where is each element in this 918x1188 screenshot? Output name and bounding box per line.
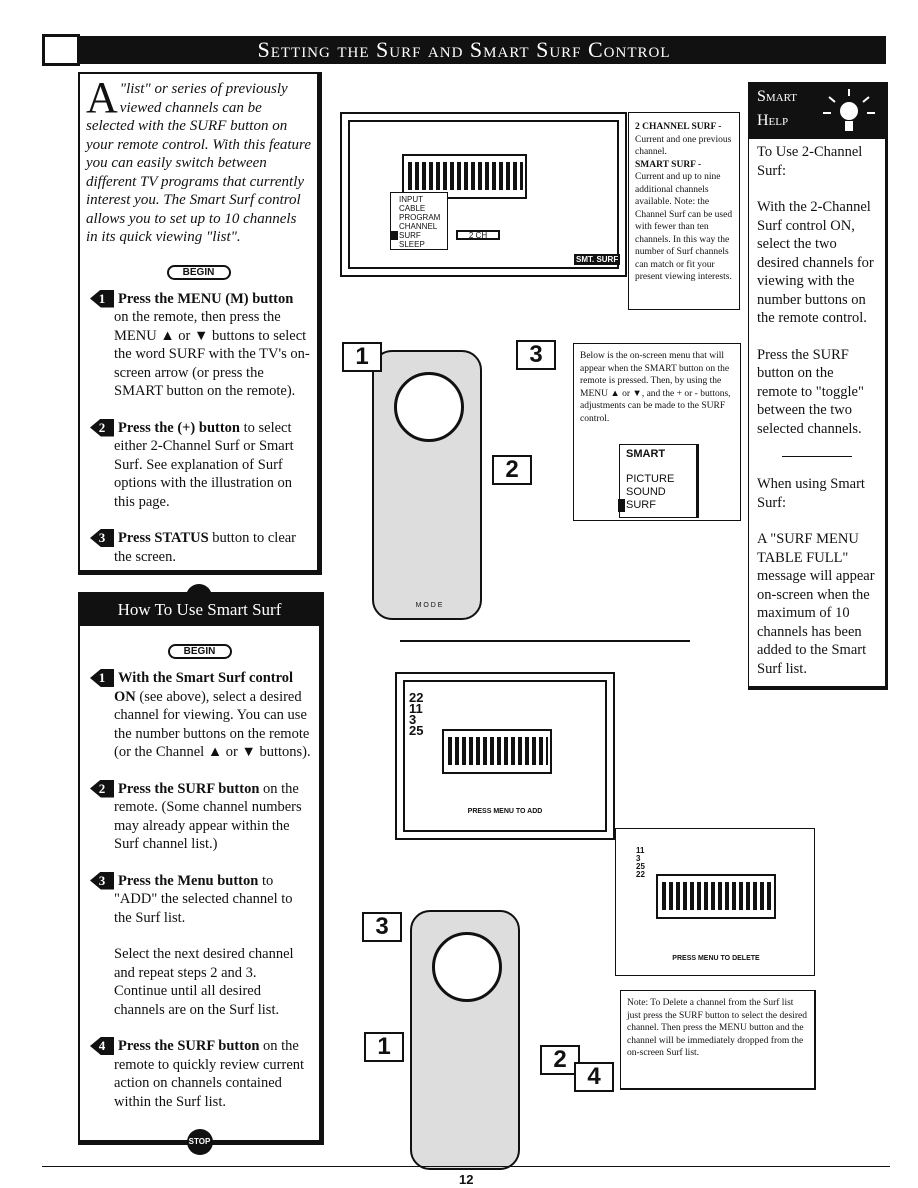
- smart-help-paragraph: With the 2-Channel Surf control ON, sele…: [757, 199, 874, 326]
- smart-help-paragraph: A "SURF MENU TABLE FULL" message will ap…: [757, 531, 875, 677]
- tv-caption: PRESS MENU TO DELETE: [672, 955, 760, 962]
- menu-item: 22: [636, 870, 645, 879]
- step-item: 3 Press STATUS button to clear the screen…: [90, 529, 311, 566]
- step-number-icon: 3: [90, 529, 114, 547]
- menu-item: SLEEP: [399, 240, 425, 249]
- step-item: 2 Press the SURF button on the remote. (S…: [90, 779, 313, 854]
- how-to-panel: How To Use Smart Surf BEGIN 1 With the Sm…: [78, 592, 324, 1155]
- surf-value-box: 2 CH: [456, 230, 500, 240]
- begin-badge: BEGIN: [166, 264, 231, 280]
- menu-item: PICTURE: [626, 473, 675, 485]
- callout-1: 1: [342, 342, 382, 372]
- page-title: Setting the Surf and Smart Surf Control: [257, 37, 671, 62]
- smart-help-panel: Smart Help To Use 2-Channel Surf: With th…: [748, 82, 888, 690]
- smart-surf-badge: SMT. SURF: [574, 254, 621, 265]
- callout-3: 3: [516, 340, 556, 370]
- divider: [400, 640, 690, 642]
- footer-rule: [42, 1166, 890, 1167]
- remote-illustration: [410, 910, 520, 1170]
- menu-item: SURF: [391, 231, 447, 240]
- step-text: (see above), select a desired channel fo…: [114, 688, 311, 761]
- menu-note-text: Below is the on-screen menu that will ap…: [580, 351, 731, 424]
- tv-screen-add: 22 11 3 25 PRESS MENU TO ADD: [395, 672, 615, 840]
- menu-note-box: Below is the on-screen menu that will ap…: [573, 343, 741, 521]
- tv-menu-list: INPUT CABLE PROGRAM CHANNEL SURF SLEEP: [390, 192, 448, 250]
- step-number-icon: 2: [90, 779, 114, 798]
- step-item: 4 Press the SURF button on the remote to …: [90, 1037, 313, 1111]
- step-item: 2 Press the (+) button to select either 2…: [90, 418, 311, 512]
- step-text: on the remote, then press the MENU ▲ or …: [114, 309, 310, 399]
- mode-label: M O D E: [415, 602, 443, 609]
- smart-menu-items: PICTURE SOUND SURF: [618, 473, 690, 512]
- tv-screen-menu: INPUT CABLE PROGRAM CHANNEL SURF SLEEP 2 CH: [340, 112, 627, 277]
- divider: [782, 456, 852, 457]
- drop-cap: A: [86, 73, 118, 122]
- delete-note: Note: To Delete a channel from the Surf …: [620, 990, 816, 1090]
- callout-3: 3: [362, 912, 402, 942]
- step-text: Select the next desired channel and repe…: [114, 946, 294, 1018]
- two-channel-surf-text: Current and one previous channel.: [635, 134, 732, 158]
- page-number: 12: [459, 1172, 474, 1187]
- step-item: 3 Press the Menu button to "ADD" the sele…: [90, 871, 313, 928]
- callout-4: 4: [574, 1062, 614, 1092]
- smart-menu-title: SMART: [626, 448, 666, 460]
- step-number-icon: 3: [90, 871, 114, 890]
- smart-surf-text: Current and up to nine additional channe…: [635, 172, 733, 282]
- step-item: 1 Press the MENU (M) button on the remote…: [90, 289, 311, 401]
- surf-channel-list: 11 3 25 22: [636, 847, 645, 879]
- how-steps: 1 With the Smart Surf control ON (see abo…: [86, 669, 313, 1111]
- menu-item: SOUND: [626, 486, 666, 498]
- tv-screen-delete: 11 3 25 22 PRESS MENU TO DELETE: [615, 828, 815, 976]
- callout-2: 2: [492, 455, 532, 485]
- step-bold: Press the Menu button: [118, 872, 259, 889]
- smart-help-paragraph: Press the SURF button on the remote to "…: [757, 346, 864, 437]
- smart-help-paragraph: When using Smart Surf:: [757, 476, 865, 511]
- step-number-icon: 1: [90, 669, 114, 687]
- remote-illustration: M O D E: [372, 350, 482, 620]
- intro-panel: A "list" or series of previously viewed c…: [78, 72, 322, 610]
- begin-badge: BEGIN: [167, 644, 232, 659]
- step-number-icon: 4: [90, 1037, 114, 1055]
- menu-item: CHANNEL: [399, 222, 438, 231]
- step-bold: Press the SURF button: [118, 780, 260, 797]
- step-number-icon: 1: [90, 289, 114, 308]
- menu-item: CABLE: [399, 204, 426, 213]
- menu-item: 25: [409, 723, 424, 738]
- intro-steps: 1 Press the MENU (M) button on the remote…: [86, 289, 311, 567]
- smart-menu: SMART PICTURE SOUND SURF: [618, 444, 699, 518]
- stop-icon: STOP: [186, 1129, 213, 1155]
- header-marker-box: [42, 34, 80, 66]
- step-item: 1 With the Smart Surf control ON (see abo…: [90, 669, 313, 762]
- menu-item: INPUT: [399, 195, 423, 204]
- smart-surf-heading: SMART SURF -: [635, 159, 702, 170]
- smart-help-body: To Use 2-Channel Surf: With the 2-Channel…: [749, 139, 885, 700]
- intro-lead: "list" or series of previously viewed ch…: [86, 81, 311, 245]
- smart-help-paragraph: To Use 2-Channel Surf:: [757, 144, 863, 179]
- callout-1: 1: [364, 1032, 404, 1062]
- how-to-title: How To Use Smart Surf: [80, 594, 319, 626]
- step-number-icon: 2: [90, 418, 114, 437]
- two-channel-surf-heading: 2 CHANNEL SURF -: [635, 122, 722, 132]
- step-bold: Press STATUS: [118, 530, 209, 546]
- smart-help-header: Smart Help: [749, 83, 885, 139]
- page-header: Setting the Surf and Smart Surf Control: [42, 36, 886, 64]
- surf-info-box: 2 CHANNEL SURF - Current and one previous…: [628, 112, 740, 310]
- intro-text: A "list" or series of previously viewed c…: [86, 73, 311, 247]
- menu-item: PROGRAM: [399, 213, 441, 222]
- menu-item: SURF: [618, 499, 690, 512]
- surf-channel-list: 22 11 3 25: [409, 691, 424, 738]
- lightbulb-icon: [823, 89, 875, 131]
- step-item: Select the next desired channel and repe…: [110, 945, 313, 1019]
- tv-caption: PRESS MENU TO ADD: [467, 808, 543, 815]
- step-bold: Press the MENU (M) button: [118, 290, 294, 307]
- step-bold: Press the SURF button: [118, 1038, 260, 1054]
- step-bold: Press the (+) button: [118, 419, 240, 436]
